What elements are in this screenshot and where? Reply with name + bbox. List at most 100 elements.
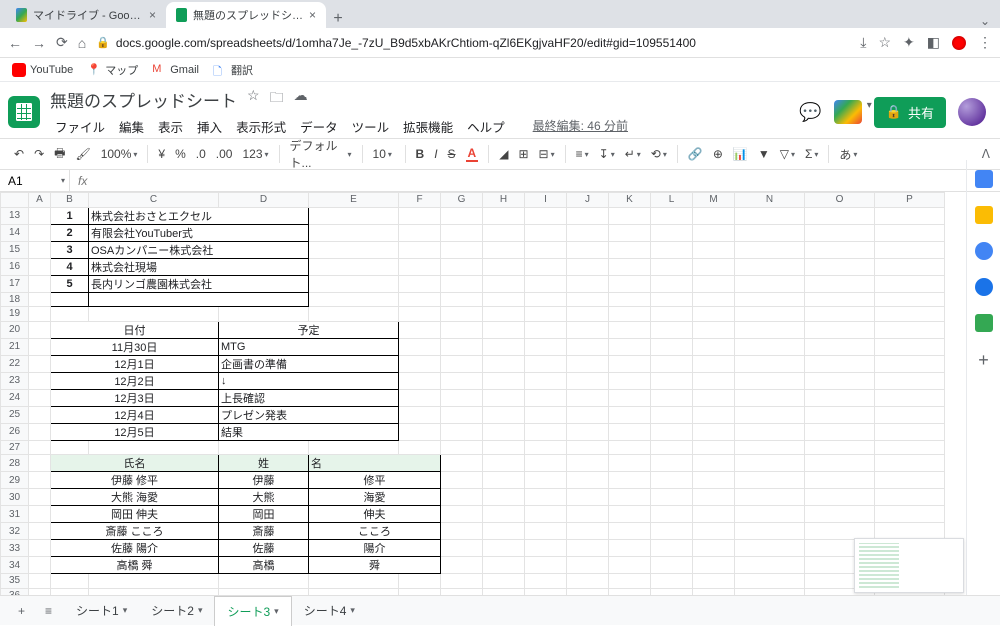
cell[interactable] <box>875 355 945 372</box>
install-icon[interactable]: ⤓ <box>860 34 866 51</box>
cell[interactable] <box>441 321 483 338</box>
cell[interactable]: こころ <box>309 523 441 540</box>
cell[interactable] <box>735 292 805 307</box>
cell[interactable] <box>735 241 805 258</box>
cell[interactable] <box>399 275 441 292</box>
col-header[interactable]: D <box>219 193 309 208</box>
cell[interactable] <box>805 338 875 355</box>
col-header[interactable]: F <box>399 193 441 208</box>
cell[interactable] <box>567 440 609 455</box>
cell[interactable] <box>567 389 609 406</box>
col-header[interactable]: P <box>875 193 945 208</box>
sheet-tab[interactable]: シート4▾ <box>292 596 367 626</box>
cell[interactable] <box>483 523 525 540</box>
cell[interactable] <box>651 207 693 224</box>
cell[interactable] <box>441 207 483 224</box>
italic-button[interactable]: I <box>430 145 441 163</box>
cell[interactable] <box>609 292 651 307</box>
cell[interactable] <box>483 389 525 406</box>
cell[interactable] <box>651 258 693 275</box>
col-header[interactable]: I <box>525 193 567 208</box>
cell[interactable] <box>399 372 441 389</box>
cell[interactable] <box>309 574 399 589</box>
cell[interactable] <box>609 455 651 472</box>
cell[interactable] <box>609 321 651 338</box>
cell[interactable] <box>309 440 399 455</box>
cell[interactable] <box>441 275 483 292</box>
cell[interactable] <box>735 540 805 557</box>
cell[interactable] <box>805 423 875 440</box>
cell[interactable] <box>651 307 693 322</box>
cell[interactable] <box>483 355 525 372</box>
add-sheet-button[interactable]: + <box>10 598 33 624</box>
cell[interactable] <box>875 523 945 540</box>
cell[interactable] <box>735 355 805 372</box>
cell[interactable] <box>651 489 693 506</box>
col-header[interactable]: K <box>609 193 651 208</box>
cell[interactable] <box>875 292 945 307</box>
cell[interactable] <box>219 440 309 455</box>
cell[interactable] <box>399 258 441 275</box>
cell[interactable] <box>441 355 483 372</box>
cell[interactable]: 企画書の準備 <box>219 355 399 372</box>
cell[interactable] <box>651 355 693 372</box>
browser-tab[interactable]: マイドライブ - Google ドライブ × <box>6 2 166 28</box>
row-header[interactable]: 26 <box>1 423 29 440</box>
cell[interactable] <box>483 440 525 455</box>
cell[interactable] <box>567 207 609 224</box>
cell[interactable] <box>693 472 735 489</box>
cell[interactable] <box>651 557 693 574</box>
valign-button[interactable]: ↧ <box>595 145 619 163</box>
cell[interactable] <box>693 423 735 440</box>
cell[interactable] <box>441 389 483 406</box>
back-button[interactable]: ← <box>8 35 22 51</box>
cell[interactable] <box>651 540 693 557</box>
cell[interactable] <box>735 574 805 589</box>
cell[interactable] <box>29 540 51 557</box>
cell[interactable] <box>525 338 567 355</box>
decrease-decimal[interactable]: .0 <box>192 145 210 163</box>
cell[interactable] <box>693 455 735 472</box>
cell[interactable] <box>309 258 399 275</box>
cell[interactable] <box>525 258 567 275</box>
cell[interactable] <box>525 489 567 506</box>
cell[interactable] <box>441 338 483 355</box>
cell[interactable] <box>651 372 693 389</box>
cell[interactable] <box>399 355 441 372</box>
cell[interactable] <box>29 455 51 472</box>
row-header[interactable]: 15 <box>1 241 29 258</box>
cell[interactable] <box>399 292 441 307</box>
cell[interactable]: 佐藤 陽介 <box>51 540 219 557</box>
cell[interactable] <box>567 523 609 540</box>
cell[interactable] <box>525 389 567 406</box>
cell[interactable] <box>875 338 945 355</box>
bookmark-gmail[interactable]: MGmail <box>152 63 199 77</box>
cell[interactable] <box>51 574 89 589</box>
cell[interactable] <box>29 307 51 322</box>
cell[interactable] <box>567 557 609 574</box>
cell[interactable]: 予定 <box>219 321 399 338</box>
cell[interactable] <box>483 321 525 338</box>
contacts-icon[interactable] <box>975 278 993 296</box>
cell[interactable] <box>51 307 89 322</box>
menu-file[interactable]: ファイル <box>50 115 110 138</box>
cell[interactable] <box>567 275 609 292</box>
cell[interactable] <box>651 455 693 472</box>
filter-button[interactable]: ▼ <box>754 145 774 163</box>
corner[interactable] <box>1 193 29 208</box>
cell[interactable]: 名 <box>309 455 441 472</box>
cell[interactable] <box>609 423 651 440</box>
sheet-tab[interactable]: シート3▾ <box>214 596 291 626</box>
spreadsheet-grid[interactable]: ABCDEFGHIJKLMNOP131株式会社おさとエクセル142有限会社You… <box>0 192 1000 609</box>
cell[interactable] <box>567 406 609 423</box>
share-button[interactable]: 🔒 共有 <box>874 97 946 128</box>
cell[interactable] <box>875 423 945 440</box>
cell[interactable] <box>483 574 525 589</box>
sidepanel-icon[interactable]: ◧ <box>927 34 940 51</box>
cell[interactable] <box>29 574 51 589</box>
cell[interactable] <box>735 258 805 275</box>
cell[interactable] <box>567 258 609 275</box>
menu-edit[interactable]: 編集 <box>114 115 149 138</box>
cell[interactable] <box>567 292 609 307</box>
cell[interactable] <box>805 275 875 292</box>
